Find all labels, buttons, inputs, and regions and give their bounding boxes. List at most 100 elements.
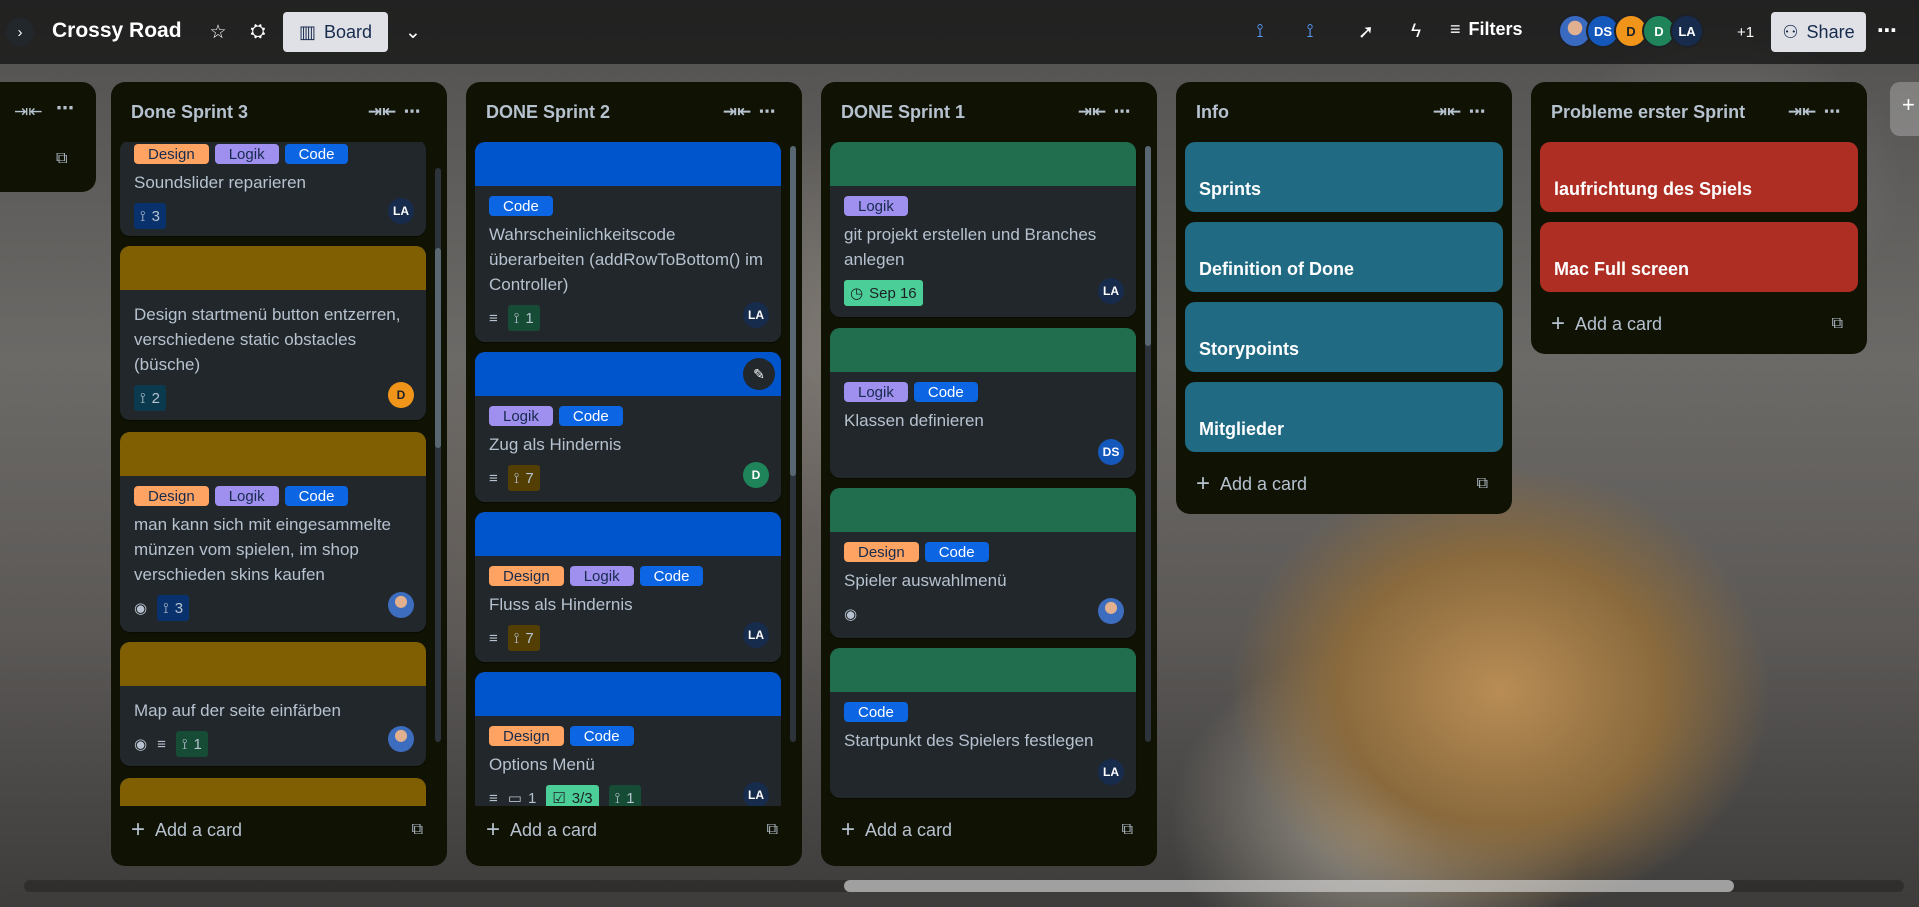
card[interactable]: Design startmenü button entzerren, versc… — [120, 246, 426, 420]
card-member[interactable]: LA — [388, 198, 414, 224]
clock-icon: ◷ — [850, 285, 864, 302]
share-button[interactable]: ⚇ Share — [1771, 12, 1866, 52]
collapse-icon[interactable]: ⇥⇤ — [1077, 102, 1107, 122]
more-icon[interactable]: ⋯ — [1817, 102, 1847, 122]
template-icon[interactable]: ⧉ — [1477, 475, 1488, 493]
lightning-icon: ϟ — [1410, 21, 1422, 42]
card-title: Options Menü — [489, 755, 595, 774]
card[interactable]: Design Code Options Menü ≡ ▭ 1 ☑ 3/3 ⟟ 1 LA — [475, 672, 781, 806]
card-member[interactable]: LA — [743, 782, 769, 806]
template-icon[interactable]: ⧉ — [1122, 821, 1133, 839]
board-title[interactable]: Crossy Road — [52, 19, 182, 43]
template-icon[interactable]: ⧉ — [1832, 315, 1843, 333]
powerup-button-1[interactable]: ⟟ — [1244, 16, 1276, 48]
card[interactable]: Logik git projekt erstellen und Branches… — [830, 142, 1136, 317]
card[interactable]: Code Wahrscheinlichkeitscode überarbeite… — [475, 142, 781, 342]
card[interactable]: Mitglieder — [1185, 382, 1503, 452]
list-title[interactable]: DONE Sprint 1 — [841, 102, 1077, 123]
more-icon[interactable]: ⋯ — [56, 98, 74, 119]
avatar[interactable]: LA — [1670, 14, 1704, 48]
board-view-button[interactable]: ▥ Board — [283, 12, 388, 52]
card-member[interactable]: D — [388, 382, 414, 408]
card-member[interactable]: D — [743, 462, 769, 488]
template-icon[interactable]: ⧉ — [412, 821, 423, 839]
card[interactable]: Design Code Spieler auswahlmenü ◉ — [830, 488, 1136, 638]
list-title[interactable]: Info — [1196, 102, 1432, 123]
add-card-button[interactable]: + Add a card ⧉ — [486, 813, 778, 847]
list-scrollbar[interactable] — [790, 146, 796, 742]
add-card-button[interactable]: + Add a card ⧉ — [841, 813, 1133, 847]
list-cards: Code Wahrscheinlichkeitscode überarbeite… — [475, 142, 793, 806]
list-header[interactable]: Probleme erster Sprint ⇥⇤ ⋯ — [1531, 82, 1867, 142]
card[interactable]: Design Logik Code Fluss als Hindernis ≡ … — [475, 512, 781, 662]
more-icon[interactable]: ⋯ — [1462, 102, 1492, 122]
collapse-icon[interactable]: ⇥⇤ — [1432, 102, 1462, 122]
label-logik: Logik — [844, 196, 908, 216]
view-switcher-button[interactable]: ⌄ — [397, 16, 429, 48]
card-member[interactable]: DS — [1098, 439, 1124, 465]
automation-button[interactable]: ϟ — [1400, 16, 1432, 48]
due-date-badge[interactable]: ◷ Sep 16 — [844, 280, 923, 306]
label-code: Code — [558, 406, 623, 426]
collapse-icon[interactable]: ⇥⇤ — [722, 102, 752, 122]
more-icon[interactable]: ⋯ — [1107, 102, 1137, 122]
list-header[interactable]: DONE Sprint 1 ⇥⇤ ⋯ — [821, 82, 1157, 142]
add-card-button[interactable]: + Add a card ⧉ — [1551, 307, 1843, 341]
card[interactable]: Definition of Done — [1185, 222, 1503, 292]
list-header[interactable]: Done Sprint 3 ⇥⇤ ⋯ — [111, 82, 447, 142]
scrollbar-thumb[interactable] — [844, 880, 1734, 892]
collapse-icon[interactable]: ⇥⇤ — [1787, 102, 1817, 122]
label-design: Design — [489, 566, 564, 586]
star-button[interactable]: ☆ — [202, 16, 234, 48]
template-icon[interactable]: ⧉ — [56, 150, 67, 168]
card-member[interactable]: LA — [1098, 278, 1124, 304]
list-header[interactable]: DONE Sprint 2 ⇥⇤ ⋯ — [466, 82, 802, 142]
board-menu-button[interactable]: ⋯ — [1877, 18, 1897, 43]
description-badge: ≡ — [489, 785, 498, 807]
edit-card-button[interactable]: ✎ — [743, 358, 775, 390]
collapse-icon[interactable]: ⇥⇤ — [14, 102, 43, 122]
list-scrollbar[interactable] — [435, 168, 441, 742]
list-scrollbar[interactable] — [1145, 146, 1151, 742]
card[interactable]: Storypoints — [1185, 302, 1503, 372]
add-card-button[interactable]: + Add a card ⧉ — [1196, 467, 1488, 501]
add-list-button[interactable]: + — [1890, 82, 1919, 136]
card[interactable]: ✎ Logik Code Zug als Hindernis ≡ ⟟ 7 D — [475, 352, 781, 502]
card[interactable]: Design Logik Code man kann sich mit eing… — [120, 432, 426, 632]
label-design: Design — [844, 542, 919, 562]
card-member[interactable]: LA — [743, 302, 769, 328]
label-code: Code — [489, 196, 553, 216]
powerup-button-2[interactable]: ⟟ — [1294, 16, 1326, 48]
template-icon[interactable]: ⧉ — [767, 821, 778, 839]
visibility-button[interactable]: ⛭ — [242, 16, 274, 48]
card[interactable]: Mac Full screen — [1540, 222, 1858, 292]
board-horizontal-scrollbar[interactable] — [24, 880, 1904, 892]
list-title[interactable]: DONE Sprint 2 — [486, 102, 722, 123]
list-title[interactable]: Done Sprint 3 — [131, 102, 367, 123]
card-member[interactable] — [1098, 598, 1124, 624]
add-card-button[interactable]: + Add a card ⧉ — [131, 813, 423, 847]
card-member[interactable] — [388, 726, 414, 752]
card-member[interactable] — [388, 592, 414, 618]
power-ups-button[interactable]: ➚ — [1350, 16, 1382, 48]
card[interactable]: Code Startpunkt des Spielers festlegen L… — [830, 648, 1136, 798]
card[interactable]: Logik Code Klassen definieren DS — [830, 328, 1136, 478]
people-icon: ⛭ — [250, 21, 266, 42]
more-members-button[interactable]: +1 — [1737, 24, 1754, 41]
list-title[interactable]: Probleme erster Sprint — [1551, 102, 1787, 123]
card[interactable]: Design Logik Code Soundslider reparieren… — [120, 142, 426, 236]
card[interactable]: laufrichtung des Spiels — [1540, 142, 1858, 212]
card[interactable]: Sprints — [1185, 142, 1503, 212]
card-badges: ⟟ 3 — [120, 201, 426, 231]
collapse-icon[interactable]: ⇥⇤ — [367, 102, 397, 122]
card-member[interactable]: LA — [743, 622, 769, 648]
more-icon[interactable]: ⋯ — [397, 102, 427, 122]
card-title: Map auf der seite einfärben — [134, 701, 341, 720]
list-header[interactable]: Info ⇥⇤ ⋯ — [1176, 82, 1512, 142]
card[interactable] — [120, 778, 426, 806]
card-member[interactable]: LA — [1098, 759, 1124, 785]
sidebar-toggle-button[interactable]: › — [6, 18, 34, 46]
filters-button[interactable]: ≡ Filters — [1450, 19, 1523, 40]
card[interactable]: Map auf der seite einfärben ◉ ≡ ⟟ 1 — [120, 642, 426, 766]
more-icon[interactable]: ⋯ — [752, 102, 782, 122]
